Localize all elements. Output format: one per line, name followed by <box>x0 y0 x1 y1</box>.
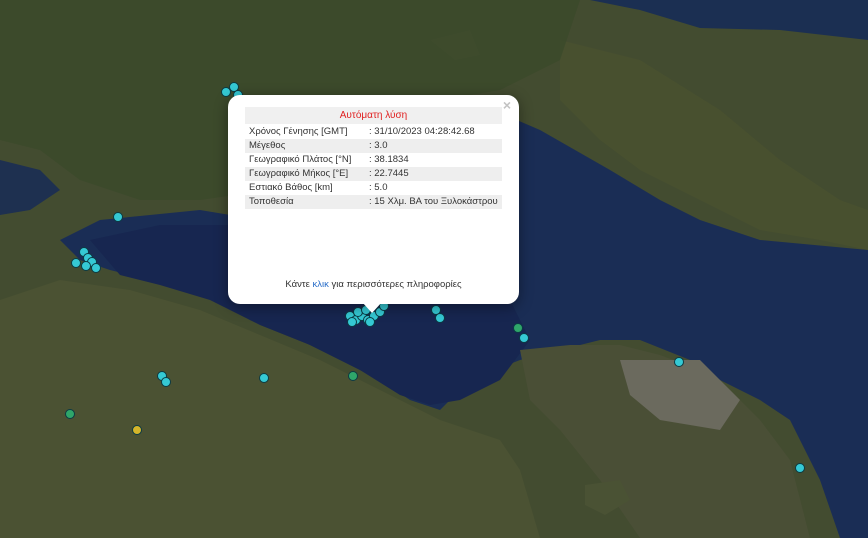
earthquake-marker[interactable] <box>795 463 805 473</box>
earthquake-marker[interactable] <box>435 313 445 323</box>
detail-label: Γεωγραφικό Μήκος [°E] <box>245 167 365 181</box>
detail-value: : 31/10/2023 04:28:42.68 <box>369 126 475 137</box>
earthquake-marker[interactable] <box>65 409 75 419</box>
detail-row: Γεωγραφικό Μήκος [°E] : 22.7445 <box>245 167 502 181</box>
more-info-prefix: Κάντε <box>285 279 313 290</box>
more-info-line: Κάντε κλικ για περισσότερες πληροφορίες <box>228 279 519 290</box>
popup-title: Αυτόματη λύση <box>245 107 502 124</box>
detail-row: Τοποθεσία : 15 Χλμ. ΒΑ του Ξυλοκάστρου <box>245 195 502 209</box>
detail-value: : 22.7445 <box>365 167 502 181</box>
earthquake-marker[interactable] <box>513 323 523 333</box>
detail-row: Μέγεθος : 3.0 <box>245 139 502 153</box>
earthquake-marker[interactable] <box>347 317 357 327</box>
more-info-suffix: για περισσότερες πληροφορίες <box>328 279 462 290</box>
detail-label: Τοποθεσία <box>245 195 365 209</box>
earthquake-marker[interactable] <box>132 425 142 435</box>
detail-label: Χρόνος Γένησης [GMT] <box>249 126 348 137</box>
detail-row: Γεωγραφικό Πλάτος [°N] : 38.1834 <box>245 153 502 167</box>
earthquake-marker[interactable] <box>71 258 81 268</box>
detail-value: : 3.0 <box>365 139 502 153</box>
popup-pointer <box>362 302 382 313</box>
earthquake-marker[interactable] <box>113 212 123 222</box>
earthquake-marker[interactable] <box>81 261 91 271</box>
earthquake-marker[interactable] <box>674 357 684 367</box>
detail-label: Μέγεθος <box>245 139 365 153</box>
detail-label: Εστιακό Βάθος [km] <box>249 182 333 193</box>
earthquake-marker[interactable] <box>91 263 101 273</box>
earthquake-marker[interactable] <box>365 317 375 327</box>
earthquake-popup: × Αυτόματη λύση Χρόνος Γένησης [GMT] : 3… <box>228 95 519 304</box>
detail-row: Χρόνος Γένησης [GMT] : 31/10/2023 04:28:… <box>245 125 502 139</box>
detail-value: : 5.0 <box>369 182 388 193</box>
earthquake-details-table: Χρόνος Γένησης [GMT] : 31/10/2023 04:28:… <box>245 125 502 209</box>
detail-row: Εστιακό Βάθος [km] : 5.0 <box>245 181 502 195</box>
detail-value: : 15 Χλμ. ΒΑ του Ξυλοκάστρου <box>365 195 502 209</box>
earthquake-marker[interactable] <box>348 371 358 381</box>
earthquake-marker[interactable] <box>519 333 529 343</box>
more-info-link[interactable]: κλικ <box>313 279 329 290</box>
earthquake-marker[interactable] <box>161 377 171 387</box>
detail-value: : 38.1834 <box>369 154 409 165</box>
earthquake-marker[interactable] <box>259 373 269 383</box>
detail-label: Γεωγραφικό Πλάτος [°N] <box>249 154 352 165</box>
